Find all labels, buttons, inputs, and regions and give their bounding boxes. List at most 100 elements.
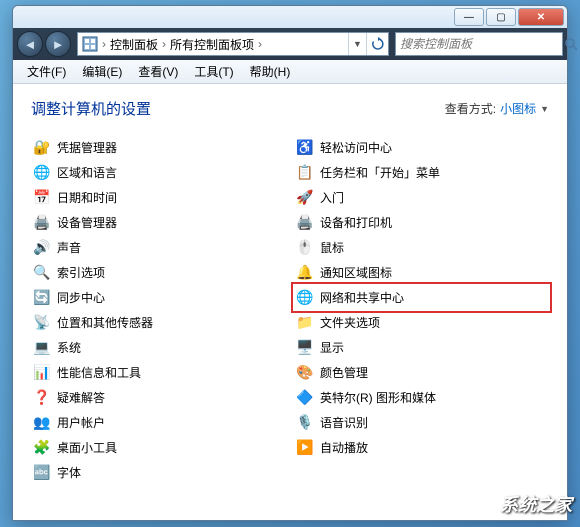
- control-panel-item[interactable]: 🧩 桌面小工具: [31, 435, 286, 460]
- item-icon: ▶️: [296, 439, 314, 457]
- item-label: 鼠标: [320, 239, 344, 256]
- control-panel-item[interactable]: ▶️ 自动播放: [294, 435, 549, 460]
- back-icon: ◄: [24, 37, 37, 52]
- control-panel-item[interactable]: 📁文件夹选项: [294, 310, 549, 335]
- content-header: 调整计算机的设置 查看方式: 小图标 ▼: [31, 98, 549, 119]
- item-icon: 🎙️: [296, 414, 314, 432]
- control-panel-item[interactable]: 📡位置和其他传感器: [31, 310, 286, 335]
- control-panel-item[interactable]: 🚀 入门: [294, 185, 549, 210]
- item-label: 设备管理器: [57, 214, 117, 231]
- control-panel-item[interactable]: 🖨️设备和打印机: [294, 210, 549, 235]
- item-icon: 🖨️: [296, 214, 314, 232]
- item-icon: 👥: [33, 414, 51, 432]
- item-icon: 🔤: [33, 464, 51, 482]
- control-panel-item[interactable]: 🔷 英特尔(R) 图形和媒体: [294, 385, 549, 410]
- item-label: 桌面小工具: [57, 439, 117, 456]
- menu-view[interactable]: 查看(V): [130, 60, 186, 83]
- item-label: 字体: [57, 464, 81, 481]
- control-panel-item[interactable]: 🔍索引选项: [31, 260, 286, 285]
- content-area: 调整计算机的设置 查看方式: 小图标 ▼ 🔐凭据管理器🌐区域和语言 📅 日期和时间 🖨…: [13, 84, 567, 520]
- item-label: 轻松访问中心: [320, 139, 392, 156]
- control-panel-item[interactable]: 📅 日期和时间: [31, 185, 286, 210]
- control-panel-item[interactable]: 🔄同步中心: [31, 285, 286, 310]
- breadcrumb-seg-2[interactable]: 所有控制面板项: [166, 36, 258, 53]
- item-icon: 🌐: [33, 164, 51, 182]
- back-button[interactable]: ◄: [17, 31, 43, 57]
- page-title: 调整计算机的设置: [31, 98, 445, 119]
- item-icon: 📅: [33, 189, 51, 207]
- item-icon: 🖨️: [33, 214, 51, 232]
- control-panel-item[interactable]: 🔔 通知区域图标: [294, 260, 549, 285]
- control-panel-item[interactable]: 🔤 字体: [31, 460, 286, 485]
- item-label: 日期和时间: [57, 189, 117, 206]
- close-button[interactable]: ✕: [518, 8, 564, 26]
- menu-tools[interactable]: 工具(T): [186, 60, 241, 83]
- search-input[interactable]: [396, 37, 561, 51]
- control-panel-item[interactable]: 🎙️ 语音识别: [294, 410, 549, 435]
- address-dropdown[interactable]: ▼: [348, 33, 366, 55]
- search-box[interactable]: [395, 32, 563, 56]
- titlebar: — ▢ ✕: [13, 6, 567, 28]
- item-icon: ♿: [296, 139, 314, 157]
- chevron-down-icon: ▼: [540, 104, 549, 114]
- forward-button[interactable]: ►: [45, 31, 71, 57]
- control-panel-item[interactable]: 💻系统: [31, 335, 286, 360]
- control-panel-item[interactable]: 👥 用户帐户: [31, 410, 286, 435]
- control-panel-item[interactable]: 🌐 网络和共享中心: [294, 285, 549, 310]
- item-label: 文件夹选项: [320, 314, 380, 331]
- control-panel-item[interactable]: 🖥️ 显示: [294, 335, 549, 360]
- item-icon: 🌐: [296, 289, 314, 307]
- control-panel-item[interactable]: 📋任务栏和「开始」菜单: [294, 160, 549, 185]
- item-label: 语音识别: [320, 414, 368, 431]
- item-label: 系统: [57, 339, 81, 356]
- address-bar[interactable]: › 控制面板 › 所有控制面板项 › ▼: [77, 32, 389, 56]
- item-label: 同步中心: [57, 289, 105, 306]
- control-panel-window: — ▢ ✕ ◄ ► › 控制面板 › 所有控制面板项 › ▼: [12, 5, 568, 521]
- viewby-dropdown[interactable]: 小图标: [500, 100, 536, 117]
- item-label: 英特尔(R) 图形和媒体: [320, 389, 436, 406]
- control-panel-item[interactable]: 🖨️ 设备管理器: [31, 210, 286, 235]
- item-icon: 🖥️: [296, 339, 314, 357]
- control-panel-item[interactable]: 🎨 颜色管理: [294, 360, 549, 385]
- item-label: 用户帐户: [57, 414, 105, 431]
- item-label: 性能信息和工具: [57, 364, 141, 381]
- item-label: 位置和其他传感器: [57, 314, 153, 331]
- breadcrumb-seg-1[interactable]: 控制面板: [106, 36, 162, 53]
- items-column-right: ♿ 轻松访问中心 📋任务栏和「开始」菜单 🚀 入门 🖨️设备和打印机🖱️鼠标 🔔 通知区域图标…: [294, 135, 549, 485]
- item-label: 网络和共享中心: [320, 289, 404, 306]
- refresh-button[interactable]: [366, 33, 388, 55]
- maximize-button[interactable]: ▢: [486, 8, 516, 26]
- item-label: 通知区域图标: [320, 264, 392, 281]
- control-panel-item[interactable]: ♿ 轻松访问中心: [294, 135, 549, 160]
- item-icon: 🧩: [33, 439, 51, 457]
- item-icon: 🔔: [296, 264, 314, 282]
- control-panel-item[interactable]: 🔐凭据管理器: [31, 135, 286, 160]
- view-mode: 查看方式: 小图标 ▼: [445, 100, 549, 117]
- items-column-left: 🔐凭据管理器🌐区域和语言 📅 日期和时间 🖨️ 设备管理器 🔊声音🔍索引选项🔄同步中心📡位…: [31, 135, 286, 485]
- search-icon: [564, 35, 578, 53]
- item-icon: 🔊: [33, 239, 51, 257]
- item-icon: 🎨: [296, 364, 314, 382]
- control-panel-item[interactable]: ❓疑难解答: [31, 385, 286, 410]
- control-panel-item[interactable]: 🌐区域和语言: [31, 160, 286, 185]
- item-icon: 🚀: [296, 189, 314, 207]
- item-icon: 🔷: [296, 389, 314, 407]
- item-label: 颜色管理: [320, 364, 368, 381]
- menu-help[interactable]: 帮助(H): [242, 60, 299, 83]
- minimize-button[interactable]: —: [454, 8, 484, 26]
- nav-toolbar: ◄ ► › 控制面板 › 所有控制面板项 › ▼: [13, 28, 567, 60]
- control-panel-item[interactable]: 🔊声音: [31, 235, 286, 260]
- item-label: 显示: [320, 339, 344, 356]
- chevron-right-icon: ›: [258, 37, 262, 51]
- control-panel-item[interactable]: 🖱️鼠标: [294, 235, 549, 260]
- menu-edit[interactable]: 编辑(E): [74, 60, 130, 83]
- menu-file[interactable]: 文件(F): [19, 60, 74, 83]
- item-label: 自动播放: [320, 439, 368, 456]
- maximize-icon: ▢: [496, 12, 505, 23]
- close-icon: ✕: [537, 12, 545, 23]
- item-label: 入门: [320, 189, 344, 206]
- item-icon: 📋: [296, 164, 314, 182]
- items-grid: 🔐凭据管理器🌐区域和语言 📅 日期和时间 🖨️ 设备管理器 🔊声音🔍索引选项🔄同步中心📡位…: [31, 135, 549, 485]
- menu-bar: 文件(F) 编辑(E) 查看(V) 工具(T) 帮助(H): [13, 60, 567, 84]
- control-panel-item[interactable]: 📊性能信息和工具: [31, 360, 286, 385]
